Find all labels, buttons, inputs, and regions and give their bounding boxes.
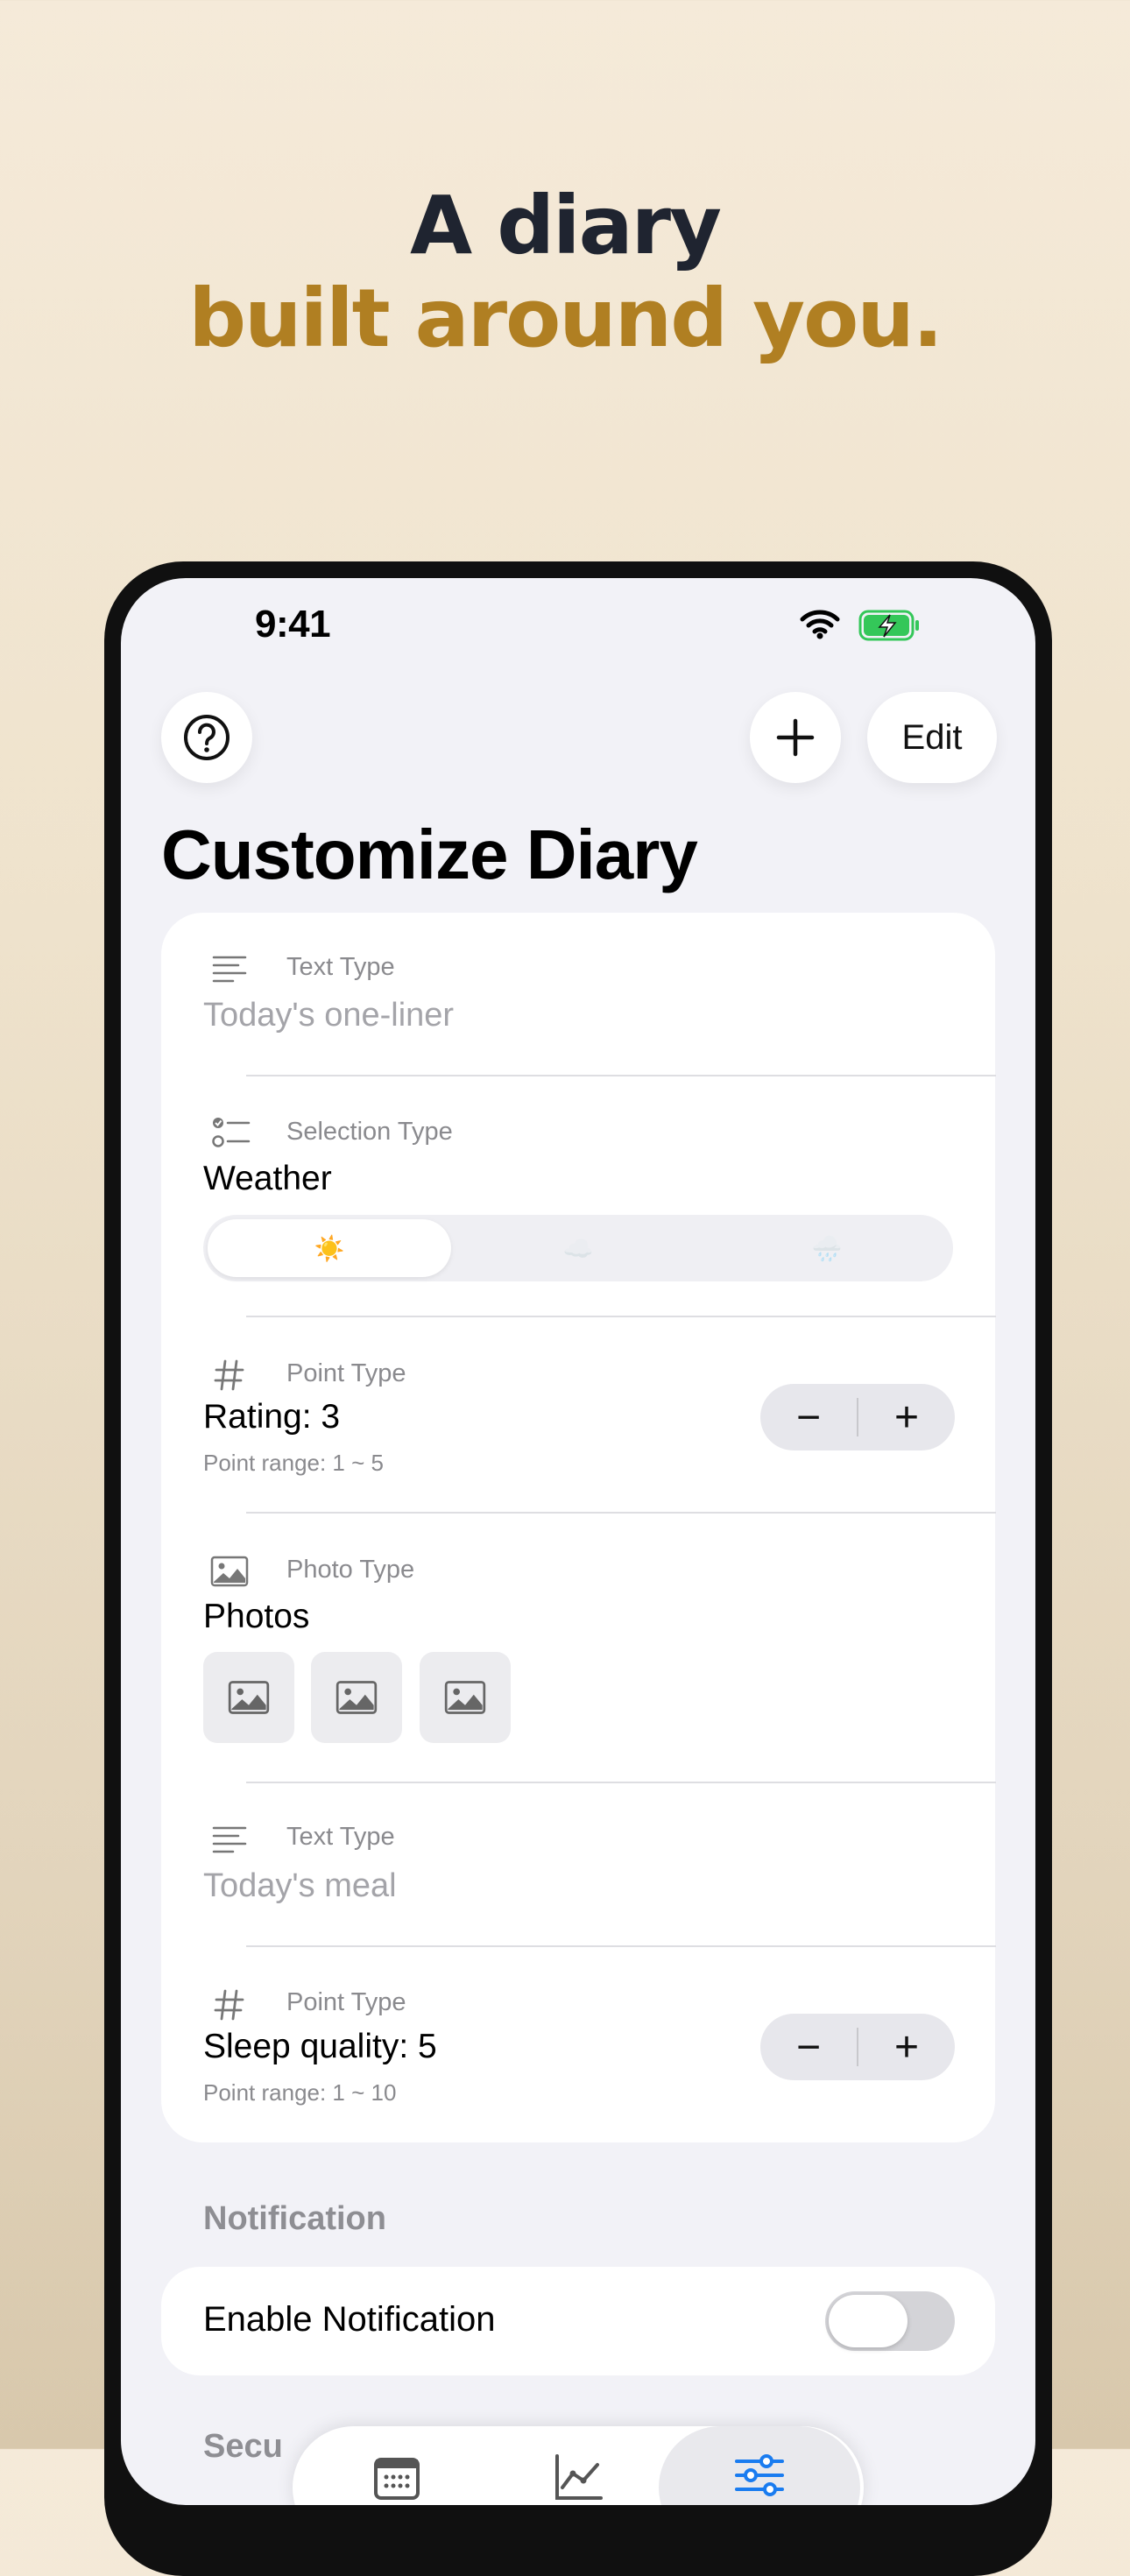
question-circle-icon [184,715,230,760]
wifi-icon [800,610,840,639]
enable-notification-label: Enable Notification [203,2300,496,2339]
weather-segmented-control: ☀️ ☁️ 🌧️ [203,1215,953,1281]
photo-placeholder-icon [444,1681,486,1714]
item-type-label: Text Type [286,1823,395,1851]
text-lines-icon [212,956,247,983]
help-button[interactable] [161,692,252,783]
increment-button[interactable]: + [858,1384,955,1450]
edit-button[interactable]: Edit [867,692,997,783]
hash-icon [214,1989,244,2021]
weather-option-rainy[interactable]: 🌧️ [705,1219,949,1277]
photo-slot[interactable] [311,1652,402,1743]
headline: A diary built around you. [0,180,1130,365]
divider [246,1512,996,1514]
hash-icon [214,1359,244,1391]
decrement-button[interactable]: − [760,2014,857,2080]
status-time: 9:41 [255,603,331,646]
headline-line-2: built around you. [188,272,943,365]
battery-charging-icon [858,610,919,641]
notification-section-title: Notification [203,2200,386,2237]
tab-customize[interactable] [659,2426,860,2505]
item-type-label: Photo Type [286,1556,415,1584]
item-type-label: Text Type [286,953,395,981]
item-title: Photos [203,1598,310,1635]
divider [246,1316,996,1317]
diary-items-card [161,913,995,2142]
page-title: Customize Diary [161,815,698,893]
item-type-label: Selection Type [286,1118,453,1146]
tab-bar [293,2426,864,2505]
item-placeholder[interactable]: Today's meal [203,1867,397,1905]
rating-stepper: − + [760,1384,955,1450]
divider [246,1075,996,1076]
photo-placeholder-icon [228,1681,270,1714]
point-range: Point range: 1 ~ 5 [203,1450,384,1476]
checklist-icon [212,1118,251,1147]
sliders-icon [735,2454,784,2496]
item-type-label: Point Type [286,1988,406,2016]
chart-line-icon [555,2454,603,2500]
headline-line-1: A diary [409,179,722,272]
sleep-quality-stepper: − + [760,2014,955,2080]
item-type-label: Point Type [286,1359,406,1387]
photo-slot[interactable] [203,1652,294,1743]
toggle-knob [829,2295,908,2347]
next-section-title: Secu [203,2428,283,2465]
weather-option-cloudy[interactable]: ☁️ [456,1219,700,1277]
app-screen: 9:41 Edit Customize Diary Text Type Toda… [121,578,1035,2505]
notification-toggle[interactable] [825,2291,955,2351]
photo-slot[interactable] [420,1652,511,1743]
divider [246,1945,996,1947]
decrement-button[interactable]: − [760,1384,857,1450]
tab-calendar[interactable] [296,2426,498,2505]
increment-button[interactable]: + [858,2014,955,2080]
divider [246,1782,996,1783]
add-item-button[interactable] [750,692,841,783]
weather-option-sunny[interactable]: ☀️ [208,1219,451,1277]
text-lines-icon [212,1826,247,1853]
item-title: Sleep quality: 5 [203,2028,437,2065]
item-title: Rating: 3 [203,1398,341,1436]
enable-notification-row: Enable Notification [161,2267,995,2375]
photo-icon [210,1556,249,1587]
photo-placeholder-icon [335,1681,378,1714]
tab-statistics[interactable] [477,2426,679,2505]
item-title: Weather [203,1160,332,1197]
point-range: Point range: 1 ~ 10 [203,2079,397,2106]
plus-icon [776,718,815,757]
calendar-icon [374,2458,420,2500]
item-placeholder[interactable]: Today's one-liner [203,997,454,1034]
